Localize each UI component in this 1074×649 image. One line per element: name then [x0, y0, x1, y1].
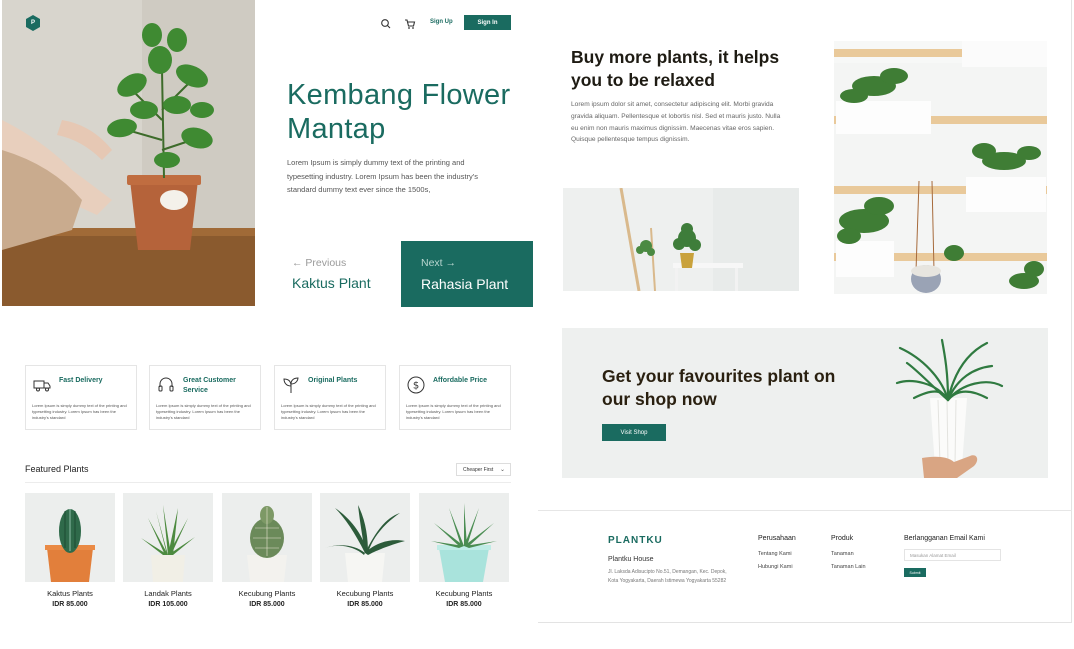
product-price: IDR 85.000	[446, 601, 482, 608]
dollar-icon: $	[406, 375, 426, 395]
visit-shop-button[interactable]: Visit Shop	[602, 424, 666, 441]
product-image-aloe[interactable]	[123, 493, 213, 582]
product-image-sansevieria[interactable]	[320, 493, 410, 582]
svg-text:$: $	[413, 381, 419, 392]
footer-link-about[interactable]: Tentang Kami	[758, 551, 792, 557]
next-plant-title[interactable]: Rahasia Plant	[421, 276, 508, 292]
newsletter-submit-button[interactable]: Submit	[904, 568, 926, 577]
wall-planters-photo	[834, 41, 1047, 294]
feature-title: Original Plants	[308, 377, 358, 384]
promo-title: Get your favourites plant on our shop no…	[602, 366, 836, 409]
featured-section-title: Featured Plants	[25, 464, 89, 474]
feature-text: Lorem Ipsum is simply dummy text of the …	[156, 403, 251, 420]
feature-card-original-plants: Original Plants Lorem Ipsum is simply du…	[274, 365, 386, 430]
sprout-icon	[281, 375, 301, 395]
cart-icon[interactable]	[404, 17, 416, 29]
product-price: IDR 85.000	[52, 601, 88, 608]
sort-select[interactable]: Cheaper First ⌄	[456, 463, 511, 476]
product-name[interactable]: Kecubung Plants	[419, 589, 509, 598]
footer-divider	[538, 510, 1072, 511]
arrow-left-icon: ←	[292, 257, 306, 269]
feature-text: Lorem Ipsum is simply dummy text of the …	[281, 403, 376, 420]
next-label: Next →	[421, 257, 456, 269]
footer-heading-products: Produk	[831, 535, 854, 542]
next-plant-button[interactable]	[401, 241, 533, 307]
room-plant-photo	[563, 188, 799, 291]
product-name[interactable]: Landak Plants	[123, 589, 213, 598]
hero-description: Lorem Ipsum is simply dummy text of the …	[287, 158, 478, 194]
arrow-right-icon: →	[442, 257, 457, 269]
footer-heading-newsletter: Berlangganan Email Kami	[904, 535, 985, 542]
product-price: IDR 105.000	[148, 601, 188, 608]
chevron-down-icon: ⌄	[499, 467, 505, 473]
signin-button[interactable]: Sign In	[464, 15, 511, 30]
product-price: IDR 85.000	[347, 601, 383, 608]
footer-address: Jl. Laksda Adisucipto No.51, Demangan, K…	[608, 569, 727, 584]
feature-card-customer-service: Great Customer Service Lorem Ipsum is si…	[149, 365, 261, 430]
signup-link[interactable]: Sign Up	[430, 19, 453, 25]
feature-title: Fast Delivery	[59, 377, 103, 384]
product-image-cactus-ball[interactable]	[222, 493, 312, 582]
hero-title: Kembang Flower Mantap	[287, 79, 511, 145]
product-price: IDR 85.000	[249, 601, 285, 608]
feature-text: Lorem Ipsum is simply dummy text of the …	[406, 403, 501, 420]
truck-icon	[32, 375, 52, 395]
product-name[interactable]: Kaktus Plants	[25, 589, 115, 598]
previous-plant-title[interactable]: Kaktus Plant	[292, 275, 371, 291]
feature-card-affordable-price: $ Affordable Price Lorem Ipsum is simply…	[399, 365, 511, 430]
previous-label: ← Previous	[292, 257, 346, 269]
footer-link-plants[interactable]: Tanaman	[831, 551, 854, 557]
feature-title: Affordable Price	[433, 377, 488, 384]
next-label-text: Next	[421, 257, 443, 269]
footer-house-name: Plantku House	[608, 556, 654, 563]
footer-heading-company: Perusahaan	[758, 535, 796, 542]
about-description: Lorem ipsum dolor sit amet, consectetur …	[571, 101, 781, 144]
previous-label-text: Previous	[305, 257, 347, 269]
product-name[interactable]: Kecubung Plants	[320, 589, 410, 598]
sort-select-value: Cheaper First	[463, 466, 494, 473]
feature-card-fast-delivery: Fast Delivery Lorem Ipsum is simply dumm…	[25, 365, 137, 430]
footer-link-contact[interactable]: Hubungi Kami	[758, 564, 793, 570]
feature-title: Great Customer Service	[183, 377, 236, 394]
search-icon[interactable]	[380, 17, 392, 29]
footer-brand[interactable]: PLANTKU	[608, 535, 663, 546]
footer-link-other-plants[interactable]: Tanaman Lain	[831, 564, 866, 570]
feature-text: Lorem Ipsum is simply dummy text of the …	[32, 403, 127, 420]
product-image-cactus[interactable]	[25, 493, 115, 582]
about-title: Buy more plants, it helps you to be rela…	[571, 47, 780, 90]
headset-icon	[156, 375, 176, 395]
newsletter-email-input[interactable]: Masukan Alamat Email	[904, 549, 1001, 561]
section-divider	[25, 482, 511, 483]
hero-plant-photo	[2, 0, 255, 306]
product-image-haworthia[interactable]	[419, 493, 509, 582]
product-name[interactable]: Kecubung Plants	[222, 589, 312, 598]
